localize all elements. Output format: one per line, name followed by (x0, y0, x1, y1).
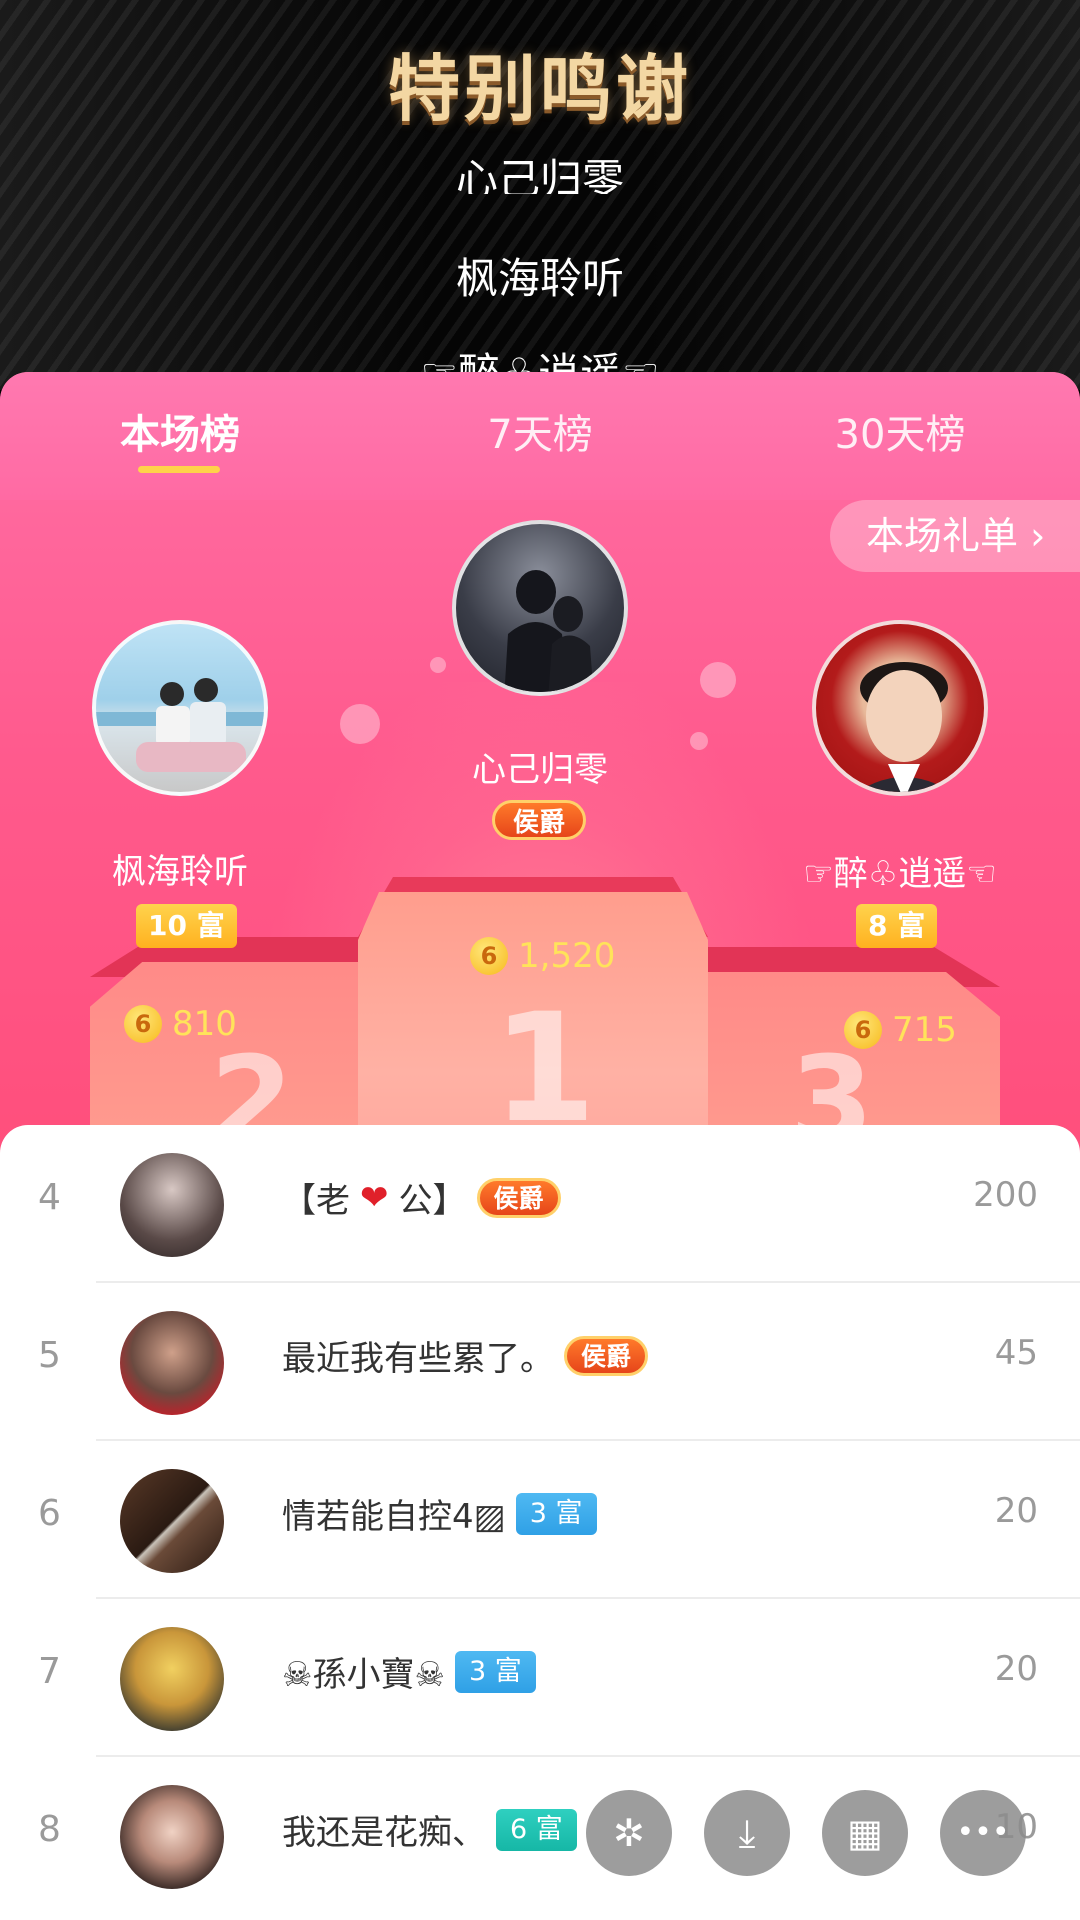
first-place-coins: 6 1,520 (470, 936, 615, 976)
score: 200 (973, 1175, 1038, 1215)
gift-list-button[interactable]: 本场礼单 › (830, 500, 1080, 572)
download-icon: ⤓ (738, 1811, 756, 1855)
name-text: 情若能自控4▨ (282, 1497, 506, 1537)
name-part: 【老 (282, 1181, 350, 1221)
user-name: ☠孫小寶☠ 3 富 (282, 1647, 536, 1696)
rank-number: 7 (38, 1651, 61, 1692)
score: 20 (994, 1491, 1038, 1531)
list-item[interactable]: 5 最近我有些累了。 侯爵 45 (0, 1283, 1080, 1441)
tab-30-days[interactable]: 30天榜 (750, 402, 1050, 460)
credit-name: 枫海聆听 (455, 254, 624, 303)
avatar[interactable] (120, 1469, 224, 1573)
tab-7-days[interactable]: 7天榜 (390, 402, 690, 460)
third-place-avatar[interactable] (812, 620, 988, 796)
first-place-avatar[interactable] (452, 520, 628, 696)
coin-icon: 6 (470, 937, 508, 975)
grid-icon: ▦ (847, 1811, 883, 1855)
more-button[interactable]: ••• (940, 1790, 1026, 1876)
decor-bubble (430, 657, 446, 673)
name-text: ☠孫小寶☠ (282, 1655, 445, 1695)
third-place-coins: 6 715 (844, 1010, 957, 1050)
user-name: 我还是花痴、 6 富 (282, 1805, 577, 1854)
decor-bubble (340, 704, 380, 744)
share-button[interactable]: ✲ (586, 1790, 672, 1876)
list-item[interactable]: 4 【老 ❤ 公】 侯爵 200 (0, 1125, 1080, 1283)
coin-icon: 6 (844, 1011, 882, 1049)
name-text: 我还是花痴、 (282, 1813, 486, 1853)
ranking-list: 4 【老 ❤ 公】 侯爵 200 5 最近我有些累了。 侯爵 45 6 情若能自控4… (0, 1125, 1080, 1920)
second-place-coins: 6 810 (124, 1004, 237, 1044)
heart-icon: ❤ (360, 1177, 389, 1218)
avatar[interactable] (120, 1153, 224, 1257)
rich-badge: 6 富 (496, 1808, 577, 1851)
score: 45 (994, 1333, 1038, 1373)
name-text: 最近我有些累了。 (282, 1339, 554, 1379)
marquis-badge: 侯爵 (476, 1177, 561, 1218)
more-icon: ••• (956, 1815, 1010, 1850)
coin-value: 715 (892, 1010, 957, 1050)
user-name: 最近我有些累了。 侯爵 (282, 1331, 649, 1380)
avatar[interactable] (120, 1785, 224, 1889)
download-button[interactable]: ⤓ (704, 1790, 790, 1876)
tab-bar: 本场榜 7天榜 30天榜 (0, 372, 1080, 500)
credit-name: 心己归零 (455, 155, 624, 194)
tab-this-session[interactable]: 本场榜 (30, 402, 330, 460)
third-place-name: ☞醉♧逍遥☜ (803, 854, 997, 894)
active-tab-indicator (138, 466, 220, 473)
portrait-icon (857, 662, 951, 792)
user-name: 情若能自控4▨ 3 富 (282, 1489, 597, 1538)
score: 20 (994, 1649, 1038, 1689)
avatar[interactable] (120, 1311, 224, 1415)
credits-banner: 特别鸣谢 心己归零 枫海聆听 ☞醉♧逍遥☜ (0, 0, 1080, 390)
rich-badge: 10 富 (136, 904, 237, 948)
list-item[interactable]: 8 我还是花痴、 6 富 10 (0, 1757, 1080, 1915)
rank-number: 6 (38, 1493, 61, 1534)
second-place-avatar[interactable] (92, 620, 268, 796)
list-item[interactable]: 6 情若能自控4▨ 3 富 20 (0, 1441, 1080, 1599)
decor-bubble (700, 662, 736, 698)
decor-bubble (690, 732, 708, 750)
couple-silhouette-icon (504, 570, 594, 692)
marquis-badge: 侯爵 (492, 800, 587, 840)
beach-couple-icon (96, 678, 264, 772)
second-place-name: 枫海聆听 (112, 852, 248, 892)
rank-number: 4 (38, 1177, 61, 1218)
list-item[interactable]: 7 ☠孫小寶☠ 3 富 20 (0, 1599, 1080, 1757)
coin-value: 810 (172, 1004, 237, 1044)
coin-icon: 6 (124, 1005, 162, 1043)
rank-number: 5 (38, 1335, 61, 1376)
apps-button[interactable]: ▦ (822, 1790, 908, 1876)
coin-value: 1,520 (518, 936, 616, 976)
avatar[interactable] (120, 1627, 224, 1731)
share-icon: ✲ (613, 1811, 645, 1855)
rich-badge: 3 富 (454, 1650, 536, 1693)
first-place-name: 心己归零 (472, 750, 608, 790)
rich-badge: 3 富 (515, 1492, 597, 1535)
marquis-badge: 侯爵 (564, 1335, 649, 1376)
rich-badge: 8 富 (856, 904, 938, 948)
credits-title: 特别鸣谢 (387, 47, 692, 131)
name-part: 公】 (398, 1181, 467, 1221)
user-name: 【老 ❤ 公】 侯爵 (282, 1173, 561, 1222)
rank-number: 8 (38, 1809, 61, 1850)
